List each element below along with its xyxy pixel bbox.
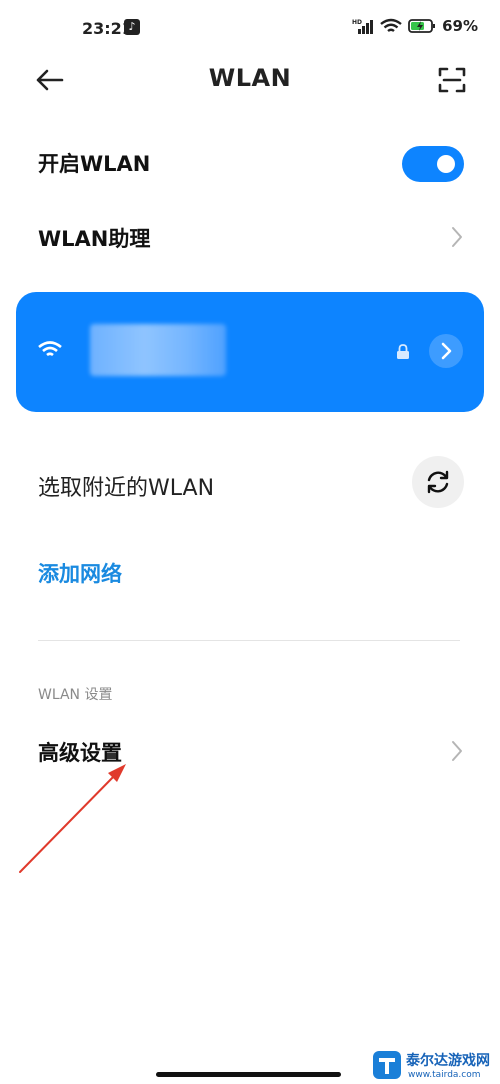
wlan-settings-header: WLAN 设置: [38, 687, 113, 703]
page-title: WLAN: [208, 64, 292, 92]
toggle-knob: [437, 155, 455, 173]
wifi-status-icon: [380, 18, 402, 32]
wlan-toggle-label: 开启WLAN: [38, 152, 151, 176]
wlan-toggle-switch[interactable]: [402, 146, 464, 182]
chevron-right-icon: [452, 741, 462, 761]
advanced-settings-label: 高级设置: [38, 741, 122, 765]
hd-badge: HD: [352, 19, 362, 26]
chevron-right-icon: [441, 342, 452, 360]
wlan-assistant-label: WLAN助理: [38, 227, 151, 251]
battery-icon: [408, 19, 436, 33]
signal-icon: HD: [352, 19, 374, 34]
navigation-bar: WLAN: [0, 58, 500, 102]
chevron-right-icon: [452, 227, 462, 247]
watermark-name: 泰尔达游戏网: [406, 1053, 490, 1069]
battery-percentage: 69%: [442, 17, 478, 35]
divider: [38, 640, 460, 641]
nearby-wlan-label: 选取附近的WLAN: [38, 476, 215, 501]
nearby-wlan-row: 选取附近的WLAN: [38, 456, 464, 508]
status-bar: 23:21 ♪ HD 69%: [0, 0, 500, 58]
wifi-signal-icon: [38, 341, 62, 357]
home-indicator[interactable]: [156, 1072, 341, 1077]
refresh-button[interactable]: [412, 456, 464, 508]
add-network-link[interactable]: 添加网络: [38, 562, 122, 586]
wlan-toggle-row[interactable]: 开启WLAN: [38, 146, 464, 182]
connected-network-card[interactable]: [16, 292, 484, 412]
wlan-assistant-row[interactable]: WLAN助理: [38, 223, 464, 255]
watermark-logo-icon: [373, 1051, 401, 1079]
status-icons: HD 69%: [352, 17, 478, 35]
scan-icon[interactable]: [438, 66, 466, 94]
add-network-row[interactable]: 添加网络: [38, 558, 464, 590]
network-name-redacted: [90, 324, 226, 376]
lock-icon: [397, 344, 409, 359]
refresh-icon: [427, 470, 449, 494]
advanced-settings-row[interactable]: 高级设置: [38, 737, 464, 769]
tiktok-icon: ♪: [124, 19, 140, 35]
watermark-url: www.tairda.com: [408, 1070, 481, 1080]
network-details-button[interactable]: [429, 334, 463, 368]
watermark: 泰尔达游戏网 www.tairda.com: [372, 1048, 500, 1084]
